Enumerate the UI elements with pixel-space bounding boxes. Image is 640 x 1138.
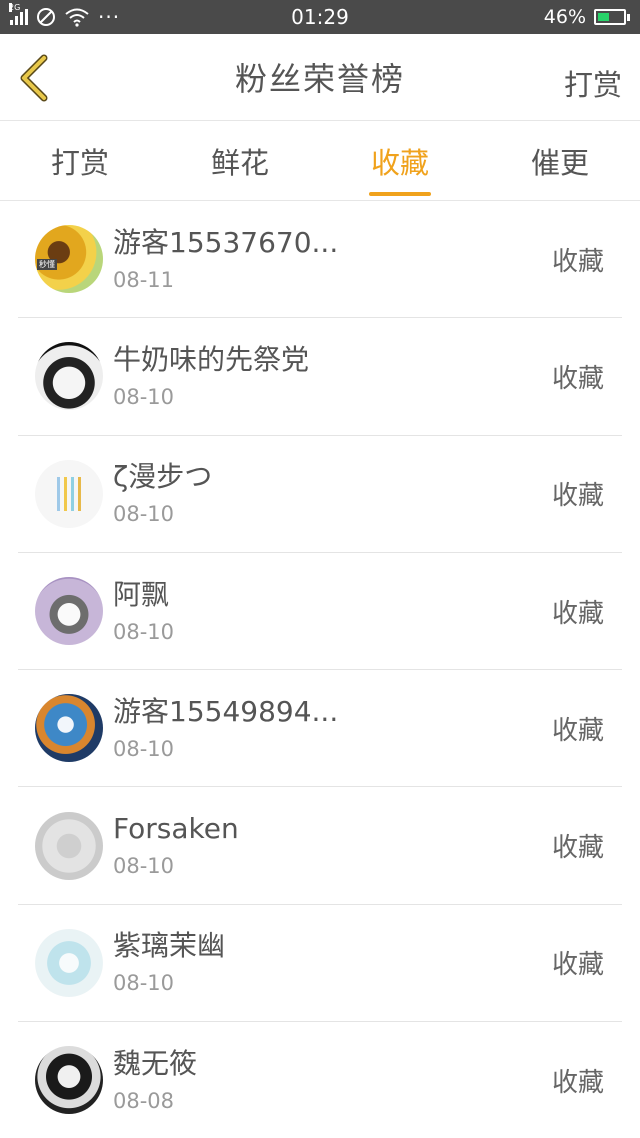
user-info: 游客15549894... 08-10	[113, 693, 338, 764]
chevron-left-icon[interactable]	[14, 52, 54, 104]
user-date: 08-08	[113, 1088, 175, 1113]
user-name: 紫璃茉幽	[113, 929, 226, 963]
signal-icon: 2G	[9, 3, 28, 25]
tab-label: 鲜花	[210, 145, 269, 180]
active-tab-indicator	[369, 192, 431, 196]
list-item[interactable]: 紫璃茉幽 08-10 收藏	[18, 905, 622, 1023]
action-label: 收藏	[551, 715, 604, 746]
user-info: Forsaken 08-10	[113, 810, 239, 881]
blue-anime-avatar[interactable]	[35, 694, 103, 763]
user-info: 游客15537670... 08-11	[113, 224, 338, 295]
fan-list: 秒懂 游客15537670... 08-11 收藏 牛奶味的先祭党 08-10 收藏 ζ漫步つ…	[18, 201, 622, 1138]
user-name: Forsaken	[113, 812, 239, 846]
anime-avatar[interactable]	[35, 342, 103, 411]
mint-anime-avatar[interactable]	[35, 928, 103, 997]
tab-label: 收藏	[370, 145, 429, 180]
user-date: 08-10	[113, 854, 175, 879]
user-date: 08-11	[113, 267, 175, 292]
list-item[interactable]: 游客15549894... 08-10 收藏	[18, 670, 622, 788]
user-name: 游客15537670...	[113, 225, 339, 259]
user-info: ζ漫步つ 08-10	[113, 458, 212, 529]
wifi-icon	[65, 8, 89, 27]
page-title: 粉丝荣誉榜	[234, 60, 405, 98]
user-name: 阿飘	[113, 577, 170, 611]
status-right: 46%	[544, 6, 630, 28]
user-info: 紫璃茉幽 08-10	[113, 927, 225, 998]
user-name: 游客15549894...	[113, 694, 339, 728]
pencils-avatar[interactable]	[35, 459, 103, 528]
action-label: 收藏	[551, 246, 604, 277]
action-label: 收藏	[551, 598, 604, 629]
tab-1[interactable]: 鲜花	[160, 121, 320, 200]
list-item[interactable]: ζ漫步つ 08-10 收藏	[18, 436, 622, 553]
reward-button[interactable]: 打赏	[564, 62, 622, 104]
user-name: 牛奶味的先祭党	[113, 342, 310, 376]
action-label: 收藏	[551, 950, 604, 981]
more-dots-icon: ···	[98, 5, 121, 29]
user-name: ζ漫步つ	[113, 460, 213, 494]
list-item[interactable]: 阿飘 08-10 收藏	[18, 553, 622, 671]
list-item[interactable]: 秒懂 游客15537670... 08-11 收藏	[18, 201, 622, 319]
tab-2[interactable]: 收藏	[320, 121, 480, 200]
user-info: 牛奶味的先祭党 08-10	[113, 341, 309, 412]
no-disturb-icon	[37, 8, 55, 26]
list-item[interactable]: 魏无筱 08-08 收藏	[18, 1022, 622, 1138]
tab-bar: 打赏 鲜花 收藏 催更	[0, 121, 640, 201]
user-info: 魏无筱 08-08	[113, 1045, 197, 1116]
dark-anime-avatar[interactable]	[35, 1046, 103, 1115]
tab-label: 催更	[530, 145, 589, 180]
network-type: 2G	[9, 3, 21, 12]
gray-avatar[interactable]	[35, 811, 103, 880]
battery-percent: 46%	[543, 6, 586, 28]
action-label: 收藏	[551, 363, 604, 394]
user-date: 08-10	[113, 502, 175, 527]
action-label: 收藏	[551, 481, 604, 512]
avatar-label: 秒懂	[37, 259, 57, 271]
sunflower-avatar[interactable]: 秒懂	[35, 225, 103, 294]
tab-3[interactable]: 催更	[480, 121, 640, 200]
tab-0[interactable]: 打赏	[0, 121, 160, 200]
status-bar: 2G ··· 01:29 46%	[0, 0, 640, 34]
husky-avatar[interactable]	[35, 577, 103, 646]
action-label: 收藏	[551, 833, 604, 864]
tab-label: 打赏	[50, 145, 109, 180]
user-date: 08-10	[113, 384, 175, 409]
action-label: 收藏	[551, 1067, 604, 1098]
list-item[interactable]: 牛奶味的先祭党 08-10 收藏	[18, 318, 622, 436]
list-item[interactable]: Forsaken 08-10 收藏	[18, 787, 622, 905]
user-date: 08-10	[113, 736, 175, 761]
battery-icon	[594, 9, 630, 25]
user-info: 阿飘 08-10	[113, 576, 174, 647]
nav-header: 粉丝荣誉榜 打赏	[0, 34, 640, 121]
user-date: 08-10	[113, 619, 175, 644]
status-left: 2G ···	[9, 3, 121, 29]
user-name: 魏无筱	[113, 1046, 198, 1080]
user-date: 08-10	[113, 971, 175, 996]
